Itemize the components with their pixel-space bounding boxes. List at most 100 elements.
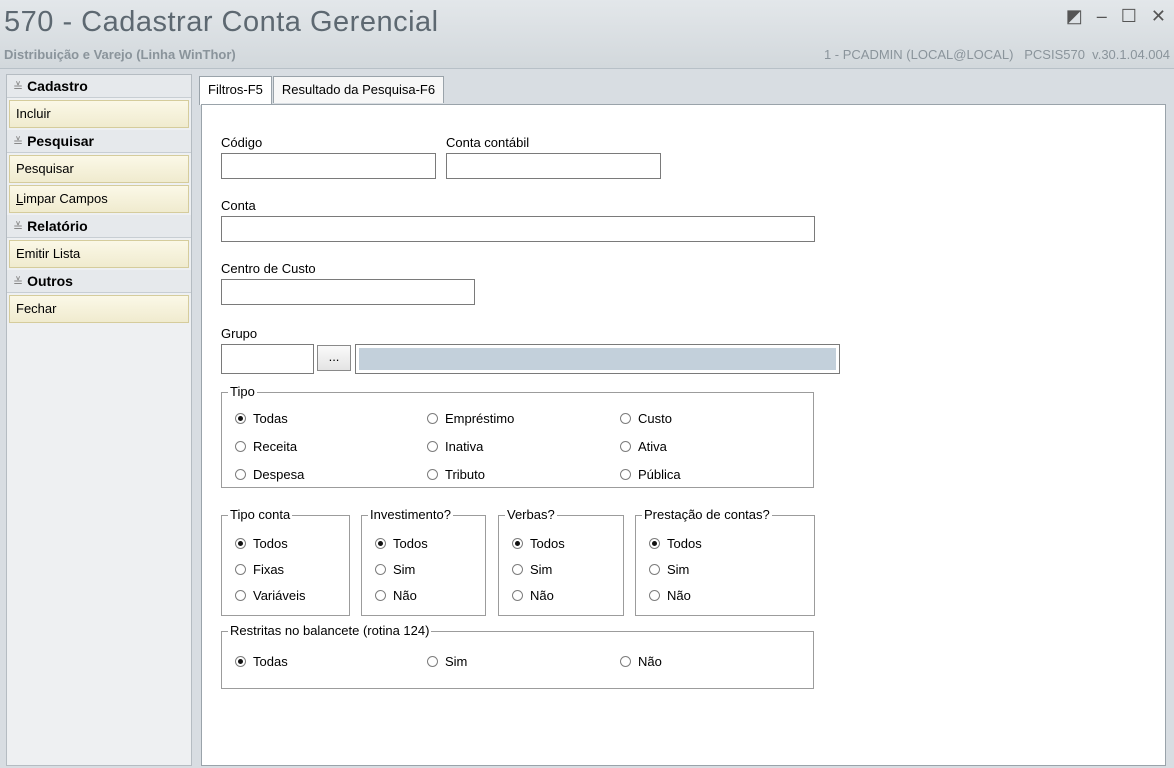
radio-label: Todos [530, 536, 565, 551]
chevron-up-icon: ≚ [13, 135, 24, 149]
user-info: 1 - PCADMIN (LOCAL@LOCAL) PCSIS570 v.30.… [823, 47, 1170, 62]
section-relatorio[interactable]: ≚ Relatório [7, 215, 191, 238]
section-title: Relatório [27, 218, 88, 234]
chevron-up-icon: ≚ [13, 220, 24, 234]
section-pesquisar[interactable]: ≚ Pesquisar [7, 130, 191, 153]
verbas-radio-nao[interactable]: Não [512, 588, 554, 603]
grupo-lookup-button[interactable]: ... [317, 345, 351, 371]
investimento-radio-nao[interactable]: Não [375, 588, 417, 603]
grupo-input[interactable] [221, 344, 314, 374]
pesquisar-button[interactable]: Pesquisar [9, 155, 189, 183]
radio-selected-icon [512, 538, 523, 549]
radio-label: Tributo [445, 467, 485, 482]
tab-filtros[interactable]: Filtros-F5 [199, 76, 272, 105]
window-subtitle: Distribuição e Varejo (Linha WinThor) [4, 47, 236, 62]
radio-icon [620, 469, 631, 480]
grupo-label: Grupo [221, 326, 258, 341]
sidebar: ≚ Cadastro Incluir ≚ Pesquisar Pesquisar L… [6, 74, 192, 766]
radio-icon [427, 413, 438, 424]
conta-input[interactable] [221, 216, 815, 242]
title-bar: 570 - Cadastrar Conta Gerencial Distribu… [0, 0, 1174, 69]
tipo-radio-receita[interactable]: Receita [235, 439, 297, 454]
radio-icon [427, 656, 438, 667]
radio-icon [427, 469, 438, 480]
tipo-radio-publica[interactable]: Pública [620, 467, 681, 482]
radio-label: Sim [393, 562, 416, 577]
radio-icon [427, 441, 438, 452]
maximize-icon[interactable]: ☐ [1121, 6, 1137, 27]
radio-label: Fixas [253, 562, 285, 577]
restritas-radio-sim[interactable]: Sim [427, 654, 467, 669]
radio-label: Todos [253, 536, 288, 551]
tipo-radio-custo[interactable]: Custo [620, 411, 672, 426]
radio-icon [649, 590, 660, 601]
radio-icon [620, 656, 631, 667]
conta-contabil-input[interactable] [446, 153, 661, 179]
minimize-icon[interactable]: – [1097, 6, 1107, 27]
restritas-radio-todas[interactable]: Todas [235, 654, 288, 669]
tipo-radio-despesa[interactable]: Despesa [235, 467, 304, 482]
restritas-radio-nao[interactable]: Não [620, 654, 662, 669]
verbas-legend: Verbas? [507, 507, 555, 522]
radio-label: Todas [253, 654, 288, 669]
section-cadastro[interactable]: ≚ Cadastro [7, 75, 191, 98]
radio-selected-icon [375, 538, 386, 549]
tipo-conta-legend: Tipo conta [230, 507, 291, 522]
close-icon[interactable]: ✕ [1151, 6, 1166, 27]
tipo-radio-tributo[interactable]: Tributo [427, 467, 485, 482]
radio-selected-icon [649, 538, 660, 549]
radio-label: Não [638, 654, 662, 669]
radio-label: Inativa [445, 439, 484, 454]
radio-label: Pública [638, 467, 681, 482]
restore-icon[interactable]: ◩ [1066, 6, 1083, 27]
investimento-radio-sim[interactable]: Sim [375, 562, 415, 577]
tipo-conta-radio-todos[interactable]: Todos [235, 536, 288, 551]
prestacao-radio-sim[interactable]: Sim [649, 562, 689, 577]
radio-selected-icon [235, 413, 246, 424]
radio-icon [620, 441, 631, 452]
tab-bar: Filtros-F5 Resultado da Pesquisa-F6 [199, 76, 445, 105]
radio-label: Sim [667, 562, 690, 577]
tipo-conta-radio-fixas[interactable]: Fixas [235, 562, 284, 577]
emitir-lista-button[interactable]: Emitir Lista [9, 240, 189, 268]
fechar-button[interactable]: Fechar [9, 295, 189, 323]
filters-panel: Código Conta contábil Conta Centro de Cu… [201, 104, 1166, 766]
tipo-conta-radio-variaveis[interactable]: Variáveis [235, 588, 306, 603]
radio-label: Despesa [253, 467, 305, 482]
tipo-radio-ativa[interactable]: Ativa [620, 439, 667, 454]
limpar-campos-button[interactable]: Limpar Campos [9, 185, 189, 213]
centro-custo-input[interactable] [221, 279, 475, 305]
verbas-radio-sim[interactable]: Sim [512, 562, 552, 577]
investimento-radio-todos[interactable]: Todos [375, 536, 428, 551]
prestacao-radio-nao[interactable]: Não [649, 588, 691, 603]
tipo-radio-todas[interactable]: Todas [235, 411, 288, 426]
tipo-radio-inativa[interactable]: Inativa [427, 439, 483, 454]
window-controls: ◩ – ☐ ✕ [1066, 6, 1166, 27]
window-title: 570 - Cadastrar Conta Gerencial [4, 6, 439, 38]
restritas-legend: Restritas no balancete (rotina 124) [230, 623, 430, 638]
radio-icon [235, 590, 246, 601]
prestacao-radio-todos[interactable]: Todos [649, 536, 702, 551]
radio-label: Empréstimo [445, 411, 515, 426]
codigo-label: Código [221, 135, 263, 150]
radio-icon [620, 413, 631, 424]
incluir-button[interactable]: Incluir [9, 100, 189, 128]
section-title: Cadastro [27, 78, 88, 94]
radio-icon [649, 564, 660, 575]
radio-label: Todas [253, 411, 288, 426]
tipo-legend: Tipo [230, 384, 255, 399]
conta-label: Conta [221, 198, 256, 213]
centro-custo-label: Centro de Custo [221, 261, 316, 276]
radio-label: Não [393, 588, 417, 603]
tab-resultado[interactable]: Resultado da Pesquisa-F6 [272, 76, 445, 103]
verbas-radio-todos[interactable]: Todos [512, 536, 565, 551]
tipo-group: Tipo [221, 385, 814, 488]
radio-icon [235, 469, 246, 480]
radio-selected-icon [235, 538, 246, 549]
section-outros[interactable]: ≚ Outros [7, 270, 191, 293]
section-title: Outros [27, 273, 73, 289]
radio-label: Todos [667, 536, 702, 551]
button-label: impar Campos [23, 191, 108, 206]
tipo-radio-emprestimo[interactable]: Empréstimo [427, 411, 514, 426]
codigo-input[interactable] [221, 153, 436, 179]
